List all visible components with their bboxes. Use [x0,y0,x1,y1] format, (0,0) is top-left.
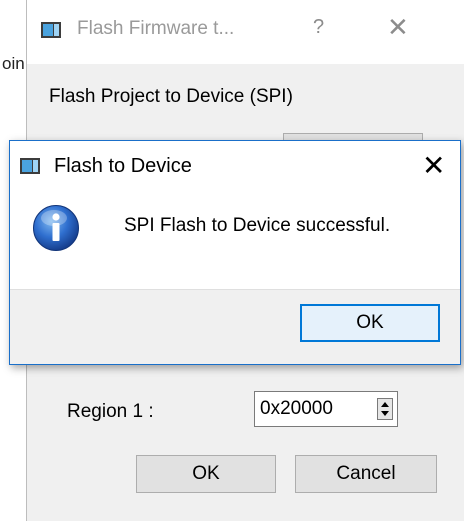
ok-button[interactable]: OK [300,304,440,342]
message-box-footer: OK [10,289,460,364]
region-1-label: Region 1 : [67,401,154,422]
message-box-titlebar[interactable]: Flash to Device ✕ [10,141,460,193]
info-icon [33,205,79,251]
app-window-icon [41,22,61,38]
close-icon[interactable]: ✕ [422,149,445,182]
background-app-text: oin [2,54,25,73]
app-window-icon [20,158,40,174]
region-1-value[interactable]: 0x20000 [260,398,333,420]
spin-down-icon[interactable] [381,411,389,416]
flash-firmware-titlebar[interactable]: Flash Firmware t... ? ✕ [27,0,464,64]
help-icon[interactable]: ? [313,16,324,39]
ok-button[interactable]: OK [136,455,276,493]
message-box-title: Flash to Device [54,155,192,177]
cancel-button[interactable]: Cancel [295,455,437,493]
spin-up-icon[interactable] [381,402,389,407]
close-icon[interactable]: ✕ [387,12,409,43]
success-message: SPI Flash to Device successful. [124,215,391,236]
flash-firmware-title: Flash Firmware t... [77,18,235,39]
spin-buttons[interactable] [377,398,393,420]
flash-to-device-message-box: Flash to Device ✕ SPI Flash to Device su… [9,140,461,365]
region-1-spinbox[interactable]: 0x20000 [254,391,398,427]
flash-project-heading: Flash Project to Device (SPI) [49,86,293,107]
